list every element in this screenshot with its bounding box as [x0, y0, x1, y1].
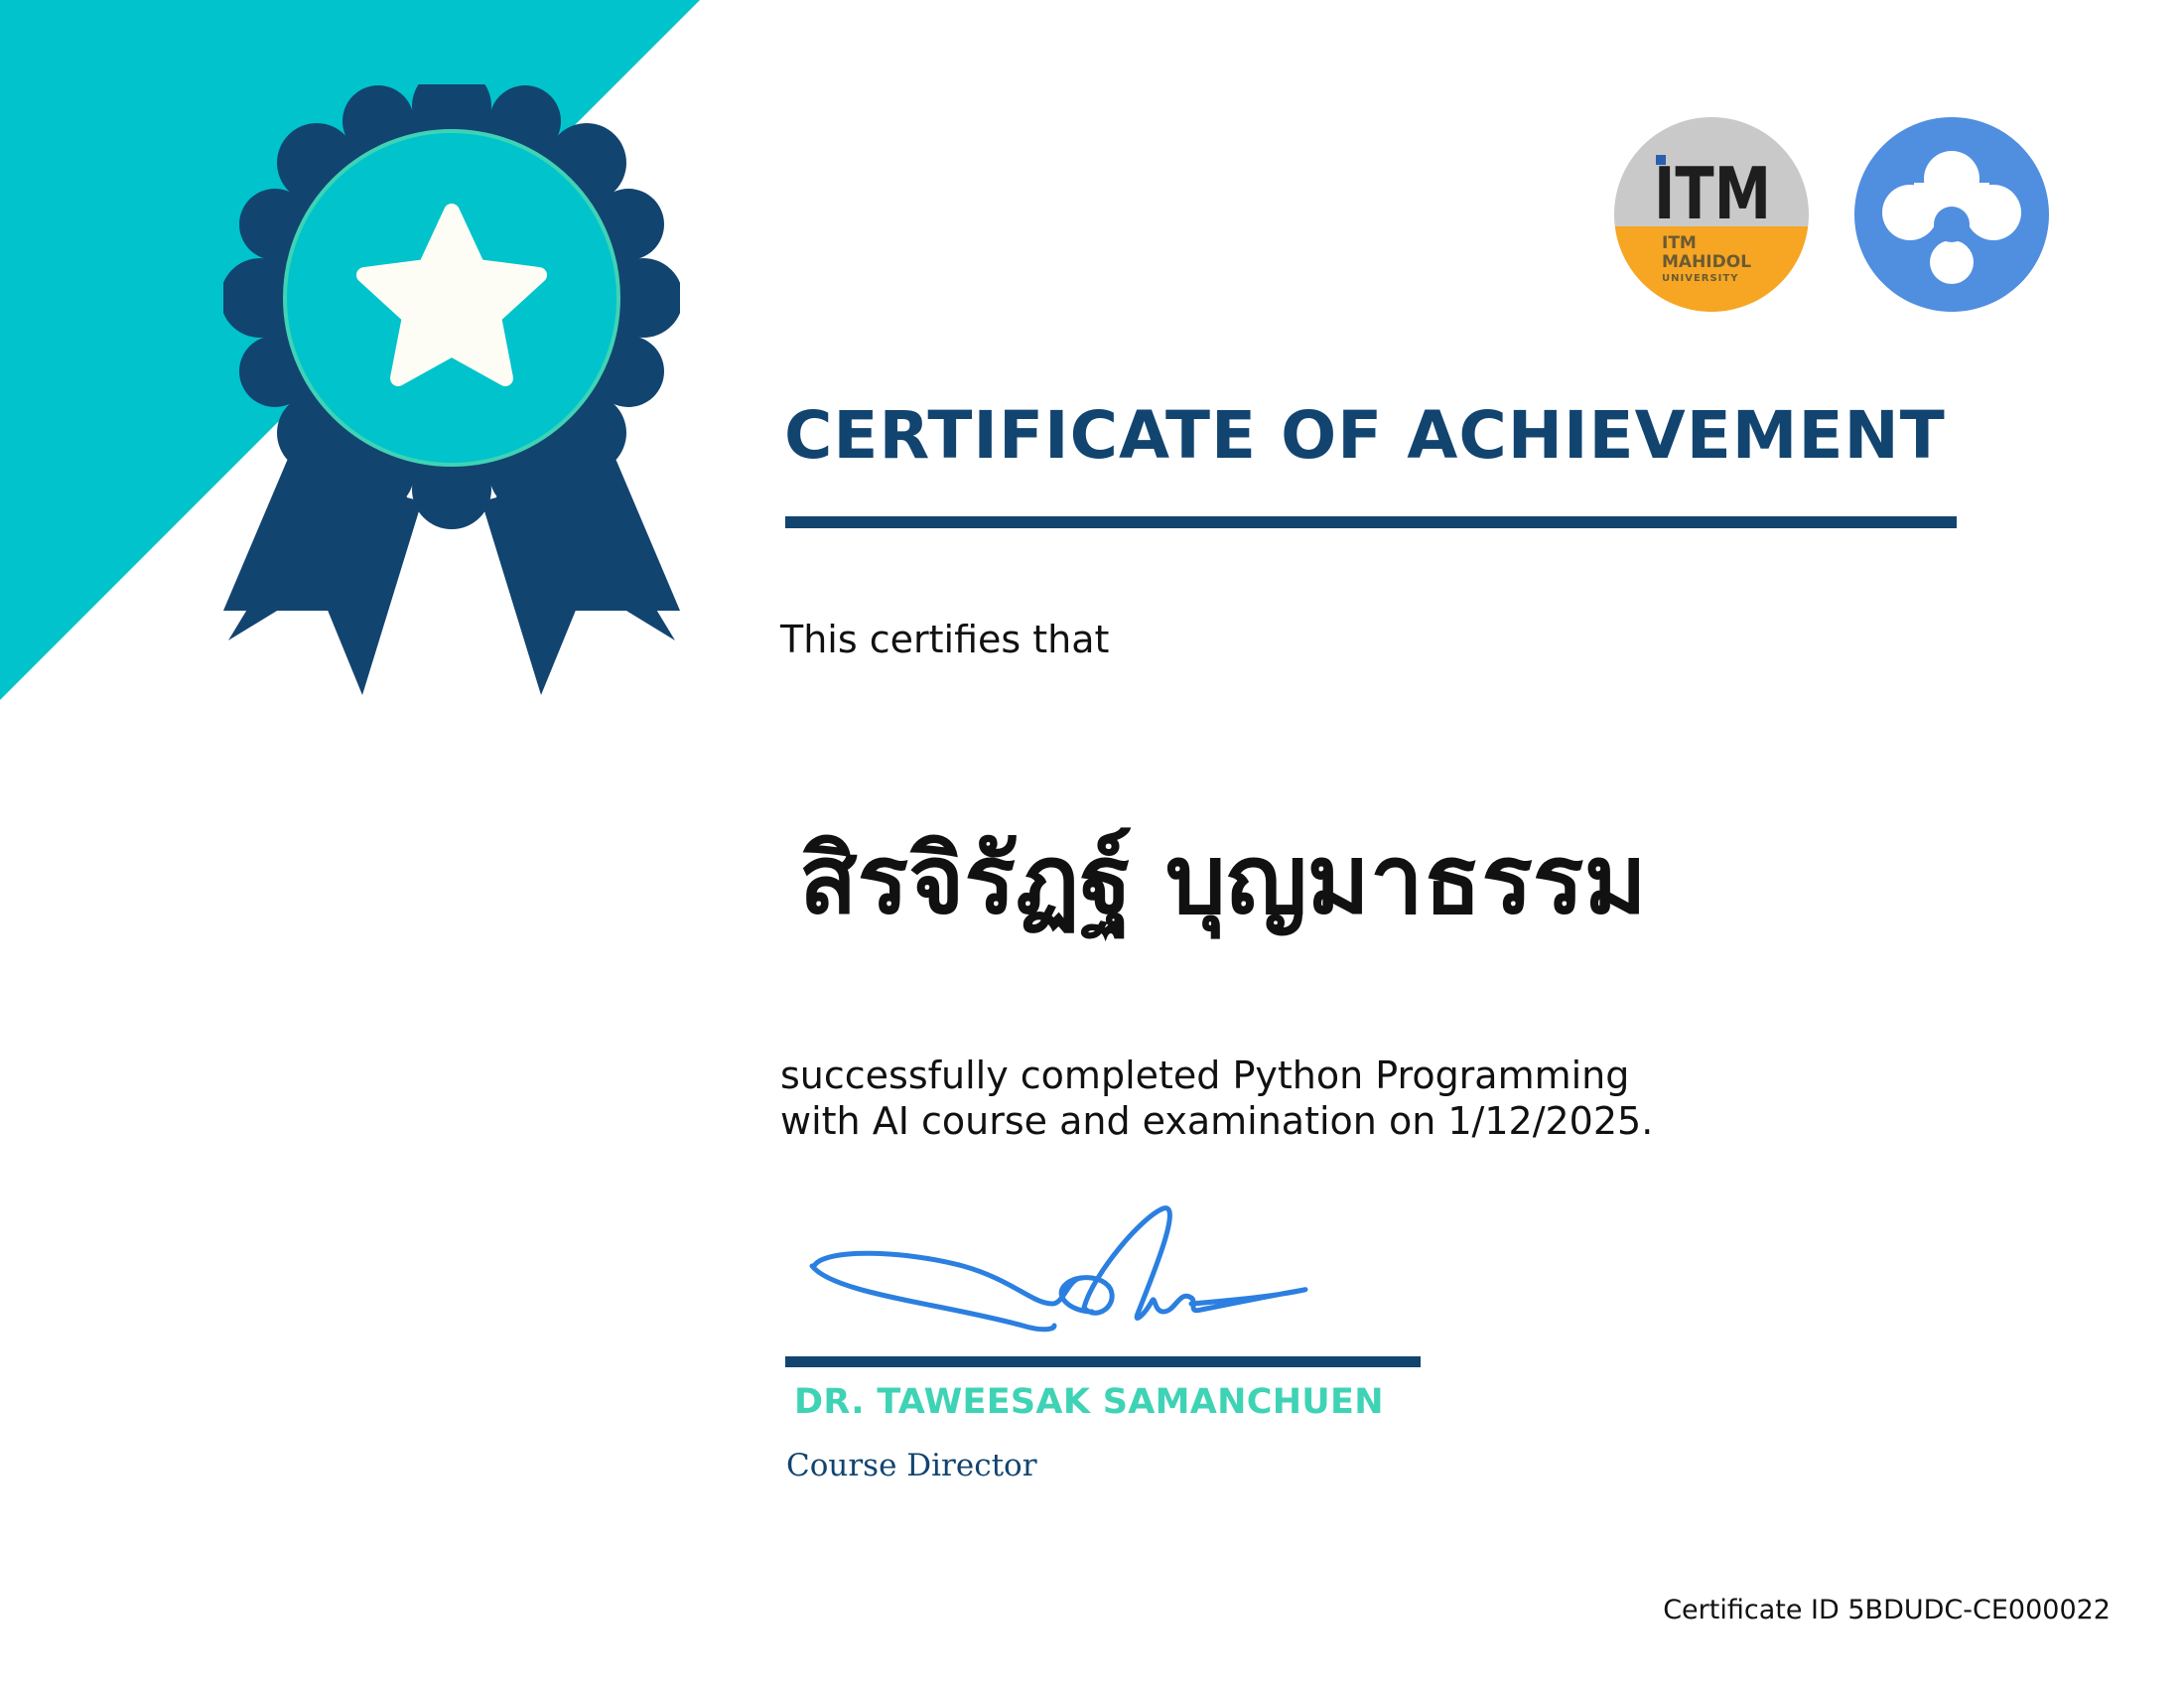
certificate-title: CERTIFICATE OF ACHIEVEMENT [784, 397, 1946, 474]
itm-logo-line-1: ITM [1662, 233, 1697, 253]
three-dot-network-icon [1854, 117, 2049, 312]
signature-line [785, 1356, 1421, 1367]
signer-role: Course Director [786, 1448, 1037, 1483]
handwritten-signature [809, 1205, 1308, 1333]
rosette-star-icon [223, 84, 680, 695]
certificate-id: Certificate ID 5BDUDC-CE000022 [1663, 1595, 2111, 1625]
completion-line-2: with AI course and examination on 1/12/2… [780, 1099, 1654, 1143]
itm-logo-line-2: MAHIDOL [1662, 252, 1751, 272]
recipient-name: สิรจิรัฏฐ์ บุญมาธรรม [799, 824, 1647, 935]
certifies-text: This certifies that [780, 618, 1110, 661]
title-underline [785, 516, 1957, 528]
itm-mahidol-logo: ITM ITM MAHIDOL UNIVERSITY [1614, 117, 1809, 312]
itm-logo-wordmark: ITM [1654, 152, 1771, 235]
completion-line-1: successfully completed Python Programmin… [780, 1054, 1630, 1097]
completion-statement: successfully completed Python Programmin… [780, 1053, 1753, 1144]
itm-logo-line-3: UNIVERSITY [1662, 273, 1738, 284]
signer-name: DR. TAWEESAK SAMANCHUEN [794, 1382, 1384, 1422]
